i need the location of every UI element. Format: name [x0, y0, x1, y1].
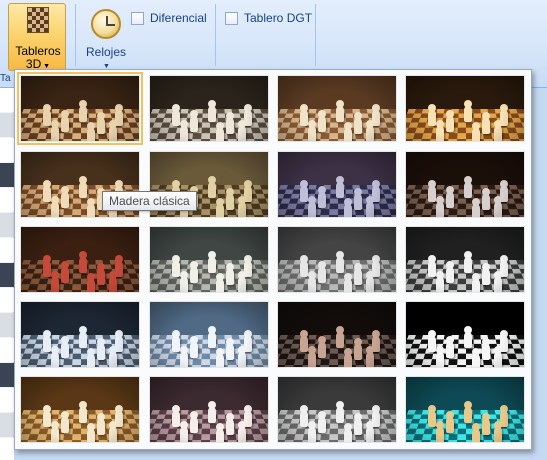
board-style-thumbnail[interactable] — [149, 376, 269, 443]
board-style-thumbnail[interactable] — [405, 376, 525, 443]
board-style-thumbnail[interactable] — [17, 72, 143, 145]
group-separator — [215, 4, 216, 66]
tablero-dgt-checkbox-row[interactable]: Tablero DGT — [225, 11, 312, 25]
board-style-thumbnail[interactable] — [277, 301, 397, 368]
board-style-thumbnail[interactable] — [405, 301, 525, 368]
board-style-thumbnail[interactable] — [405, 75, 525, 142]
chessboard-3d-icon — [27, 7, 49, 33]
board-style-thumbnail[interactable] — [277, 376, 397, 443]
diferencial-label: Diferencial — [150, 11, 207, 25]
board-gallery-dropdown — [14, 69, 532, 450]
board-style-thumbnail[interactable] — [405, 226, 525, 293]
board-style-thumbnail[interactable] — [149, 301, 269, 368]
tablero-dgt-label: Tablero DGT — [244, 11, 313, 25]
group-separator — [315, 4, 316, 66]
thumbnail-tooltip: Madera clásica — [102, 191, 197, 211]
clock-icon — [91, 9, 121, 39]
board-style-thumbnail[interactable] — [277, 75, 397, 142]
board-style-thumbnail[interactable] — [149, 75, 269, 142]
relojes-button[interactable]: Relojes ▼ — [81, 3, 131, 71]
board-style-thumbnail[interactable] — [277, 151, 397, 218]
board-style-thumbnail[interactable] — [277, 226, 397, 293]
board-style-thumbnail[interactable] — [149, 226, 269, 293]
diferencial-checkbox[interactable] — [131, 11, 144, 25]
board-style-thumbnail[interactable] — [20, 376, 140, 443]
group-separator — [75, 4, 76, 66]
tablero-dgt-checkbox[interactable] — [225, 11, 238, 25]
diferencial-checkbox-row[interactable]: Diferencial — [131, 11, 207, 25]
board-style-thumbnail[interactable] — [20, 301, 140, 368]
relojes-label: Relojes — [85, 45, 127, 59]
board-style-thumbnail[interactable] — [20, 226, 140, 293]
board-edge-strip — [0, 88, 14, 460]
tableros-3d-button[interactable]: Tableros 3D ▼ — [8, 3, 66, 71]
group-label-fragment: Ta — [0, 73, 11, 84]
board-style-thumbnail[interactable] — [405, 151, 525, 218]
